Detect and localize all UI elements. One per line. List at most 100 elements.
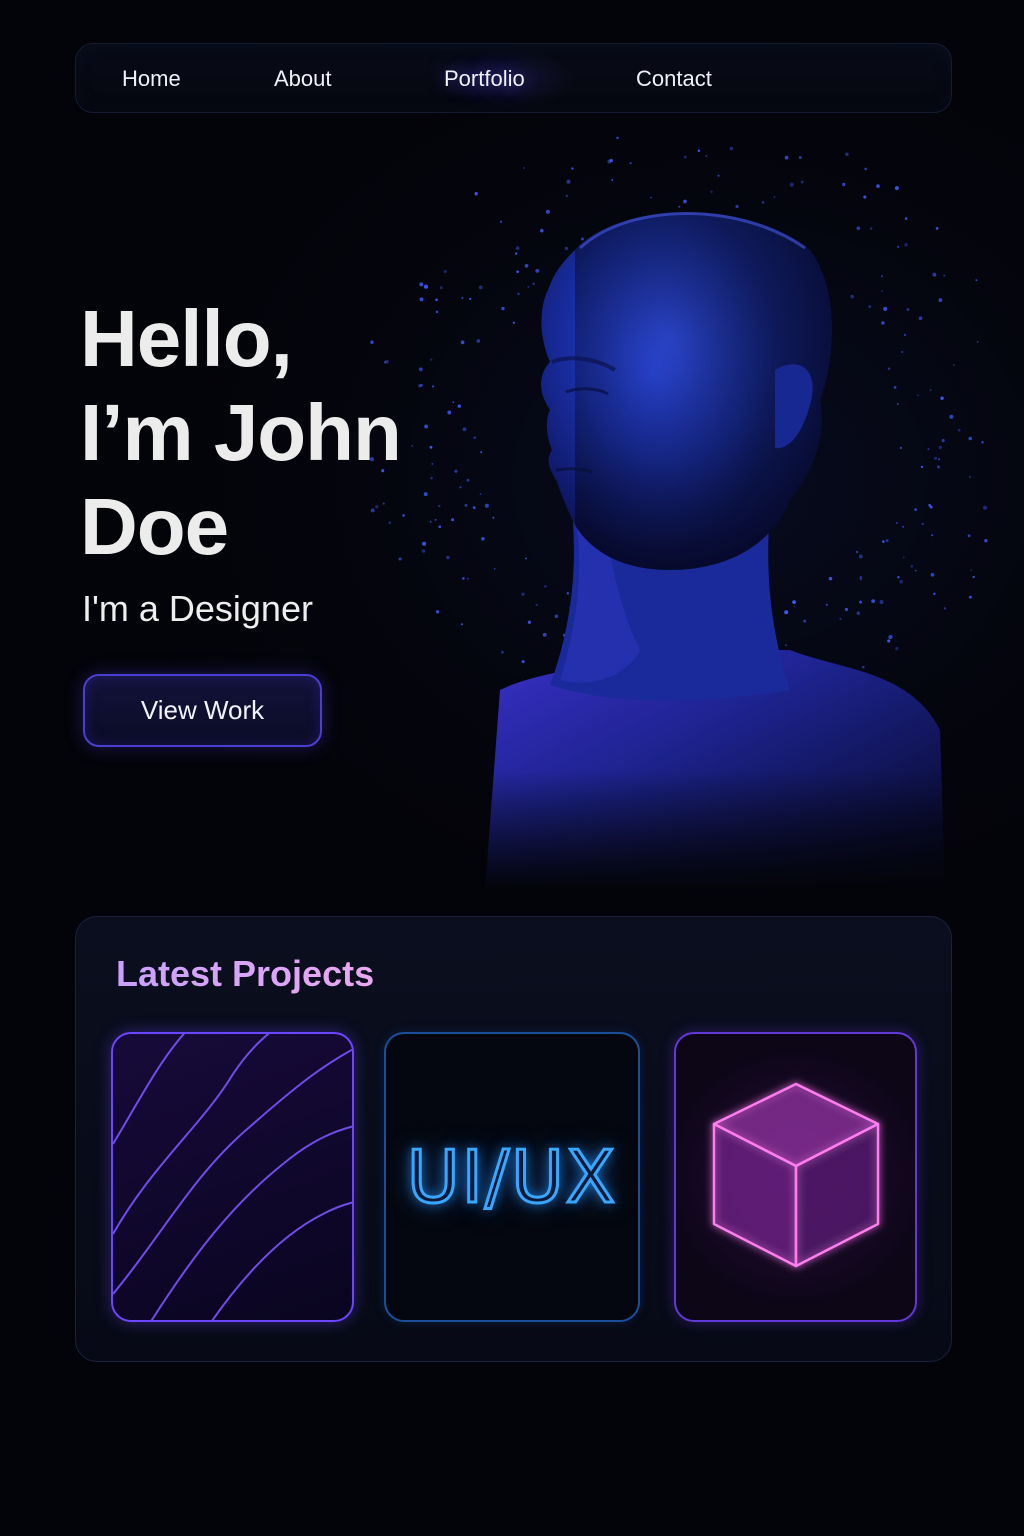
particle-dot: [481, 536, 485, 541]
particle-dot: [535, 268, 540, 273]
particle-dot: [789, 182, 794, 187]
particle-dot: [515, 252, 518, 255]
particle-dot: [735, 204, 739, 209]
particle-dot: [629, 161, 632, 165]
nav-item-about[interactable]: About: [274, 66, 332, 92]
particle-dot: [443, 269, 447, 274]
particle-dot: [932, 272, 937, 277]
particle-dot: [903, 333, 907, 337]
particle-dot: [893, 386, 897, 389]
particle-dot: [930, 572, 935, 577]
particle-dot: [883, 306, 888, 311]
particle-dot: [901, 350, 904, 354]
view-work-button[interactable]: View Work: [83, 674, 322, 747]
particle-dot: [792, 600, 796, 604]
cube-icon: [712, 1082, 880, 1268]
particle-dot: [566, 592, 570, 595]
portfolio-page: Home About Portfolio Contact Hello, I’m …: [0, 0, 1024, 1536]
particle-dot: [931, 534, 934, 537]
particle-dot: [439, 286, 443, 290]
particle-dot: [798, 156, 802, 159]
particle-dot: [524, 557, 527, 560]
particle-dot: [773, 196, 776, 199]
particle-dot: [423, 284, 429, 289]
particle-dot: [571, 167, 574, 170]
particle-dot: [914, 508, 918, 512]
particle-dot: [545, 209, 550, 214]
particle-dot: [683, 199, 687, 204]
particle-dot: [717, 174, 720, 177]
projects-title: Latest Projects: [116, 953, 375, 994]
particle-dot: [492, 516, 495, 519]
nav-item-contact[interactable]: Contact: [636, 66, 712, 92]
particle-dot: [895, 522, 898, 524]
particle-dot: [521, 660, 525, 664]
particle-dot: [910, 564, 914, 568]
particle-dot: [527, 620, 532, 624]
particle-dot: [904, 243, 908, 247]
particle-dot: [554, 614, 559, 618]
particle-dot: [825, 603, 828, 606]
particle-dot: [523, 167, 526, 169]
particle-dot: [616, 136, 619, 140]
particle-dot: [899, 579, 903, 584]
particle-dot: [943, 607, 946, 610]
particle-dot: [887, 639, 891, 643]
particle-dot: [921, 522, 924, 525]
particle-dot: [941, 439, 945, 443]
particle-dot: [419, 282, 424, 287]
particle-dot: [914, 569, 917, 572]
particle-dot: [842, 182, 846, 187]
hero-title-line-2: I’m John: [80, 388, 402, 477]
particle-dot: [899, 446, 903, 449]
hero-title-line-1: Hello,: [80, 294, 293, 383]
particle-dot: [862, 665, 865, 669]
particle-dot: [501, 650, 504, 654]
particle-dot: [927, 448, 930, 451]
particle-dot: [856, 550, 859, 554]
hero-title-line-3: Doe: [80, 482, 229, 571]
particle-dot: [850, 294, 854, 299]
particle-dot: [499, 220, 503, 223]
particle-dot: [761, 201, 765, 204]
particle-dot: [859, 578, 863, 581]
particle-dot: [515, 246, 520, 250]
particle-dot: [844, 607, 849, 612]
project-card-waves[interactable]: [111, 1032, 354, 1322]
particle-dot: [968, 475, 971, 478]
particle-dot: [521, 592, 525, 596]
particle-dot: [938, 445, 943, 450]
top-navigation: Home About Portfolio Contact: [75, 43, 952, 113]
particle-dot: [906, 308, 910, 312]
particle-dot: [881, 321, 885, 325]
particle-dot: [460, 623, 463, 626]
particle-dot: [896, 402, 899, 405]
particle-dot: [972, 575, 975, 579]
particle-dot: [710, 190, 713, 193]
particle-dot: [881, 290, 883, 292]
particle-dot: [967, 534, 971, 538]
nav-item-portfolio[interactable]: Portfolio: [444, 66, 525, 92]
particle-dot: [976, 340, 979, 343]
particle-dot: [839, 617, 842, 620]
particle-dot: [729, 146, 734, 151]
particle-dot: [879, 599, 884, 605]
particle-dot: [982, 505, 988, 510]
particle-dot: [935, 227, 939, 230]
particle-dot: [785, 644, 787, 646]
particle-dot: [466, 577, 470, 581]
particle-dot: [683, 155, 687, 159]
nav-item-home[interactable]: Home: [122, 66, 181, 92]
particle-dot: [564, 246, 569, 251]
particle-dot: [580, 237, 584, 241]
particle-dot: [887, 367, 891, 370]
project-card-uiux[interactable]: UI/UX: [384, 1032, 640, 1322]
particle-dot: [493, 567, 496, 570]
particle-dot: [940, 396, 944, 400]
particle-dot: [542, 632, 547, 637]
project-card-cube[interactable]: [674, 1032, 917, 1322]
hero-title: Hello, I’m John Doe: [80, 292, 480, 574]
particle-dot: [918, 316, 923, 321]
particle-dot: [902, 556, 905, 559]
particle-dot: [697, 149, 701, 152]
